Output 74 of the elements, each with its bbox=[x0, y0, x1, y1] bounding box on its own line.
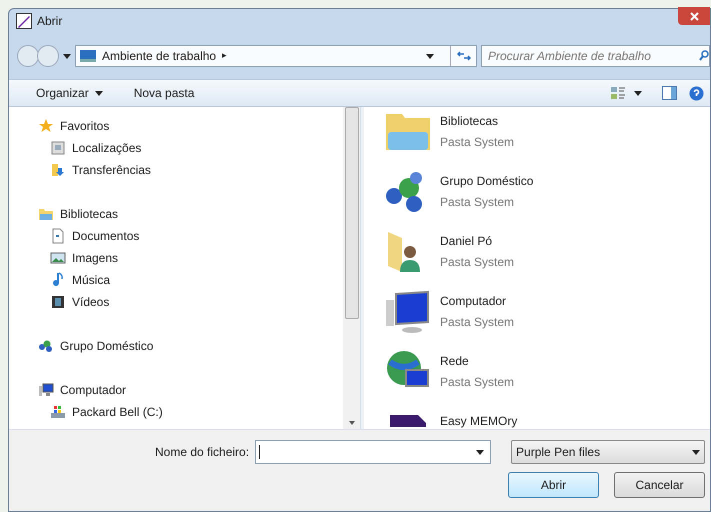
nav-item[interactable]: Localizações bbox=[38, 137, 343, 159]
file-item[interactable]: Grupo Doméstico Pasta System bbox=[384, 168, 710, 216]
computer-icon bbox=[38, 382, 54, 398]
file-type: Pasta System bbox=[440, 314, 514, 331]
view-caret-icon bbox=[634, 90, 642, 96]
scroll-down-icon bbox=[348, 421, 354, 425]
file-type: Pasta System bbox=[440, 374, 514, 391]
nav-item[interactable]: Vídeos bbox=[38, 291, 343, 313]
nav-item[interactable]: Documentos bbox=[38, 225, 343, 247]
help-icon[interactable] bbox=[689, 86, 704, 100]
address-caret-icon bbox=[426, 54, 434, 58]
film-icon bbox=[50, 294, 66, 310]
file-type: Pasta System bbox=[440, 194, 516, 211]
address-bar[interactable]: Ambiente de trabalho ▸ bbox=[75, 45, 477, 67]
drive-icon bbox=[50, 404, 66, 420]
caret-icon bbox=[94, 90, 103, 96]
file-name: Rede bbox=[440, 353, 470, 370]
file-name: Computador bbox=[440, 293, 508, 310]
file-name: Grupo Doméstico bbox=[440, 173, 534, 190]
file-item[interactable]: Rede Pasta System bbox=[384, 348, 710, 396]
computer-icon bbox=[384, 288, 432, 336]
address-location[interactable]: Ambiente de trabalho bbox=[102, 47, 216, 65]
desktop-icon bbox=[80, 50, 96, 62]
file-type-dropdown[interactable]: Purple Pen files bbox=[511, 440, 705, 464]
file-item[interactable]: Easy MEMOry bbox=[384, 408, 710, 429]
nav-item[interactable]: Packard Bell (C:) bbox=[38, 401, 343, 423]
nav-group-item[interactable]: Bibliotecas bbox=[38, 203, 343, 225]
preview-pane-icon[interactable] bbox=[662, 86, 677, 100]
file-name-field[interactable] bbox=[255, 440, 492, 464]
file-type: Pasta System bbox=[440, 134, 514, 151]
search-input[interactable]: Procurar Ambiente de trabalho bbox=[488, 47, 699, 65]
search-icon bbox=[699, 50, 709, 62]
picture-icon bbox=[50, 250, 66, 266]
scrollbar[interactable] bbox=[343, 107, 360, 429]
file-item[interactable]: Bibliotecas Pasta System bbox=[384, 108, 710, 156]
app-icon bbox=[390, 415, 426, 427]
file-item[interactable]: Daniel Pó Pasta System bbox=[384, 228, 710, 276]
close-button[interactable] bbox=[678, 7, 710, 25]
new-folder-button[interactable]: Nova pasta bbox=[134, 84, 194, 102]
file-name: Daniel Pó bbox=[440, 233, 494, 250]
scroll-thumb[interactable] bbox=[344, 107, 358, 319]
refresh-arrows-icon bbox=[456, 50, 470, 62]
back-button[interactable] bbox=[17, 45, 39, 67]
file-type: Pasta System bbox=[440, 254, 514, 271]
history-caret-icon bbox=[63, 54, 71, 58]
star-icon bbox=[38, 118, 54, 134]
nav-item[interactable]: Música bbox=[38, 269, 343, 291]
network-spheres-icon bbox=[38, 338, 54, 354]
file-name: Bibliotecas bbox=[440, 113, 500, 130]
nav-item[interactable]: Imagens bbox=[38, 247, 343, 269]
music-note-icon bbox=[50, 272, 66, 288]
caret-icon bbox=[692, 450, 700, 454]
nav-group-item[interactable]: Computador bbox=[38, 379, 343, 401]
file-name-label: Nome do ficheiro: bbox=[155, 444, 250, 461]
download-folder-icon bbox=[50, 162, 66, 178]
nav-item[interactable]: Transferências bbox=[38, 159, 343, 181]
organize-button[interactable]: Organizar bbox=[36, 84, 103, 102]
nav-group-item[interactable]: Grupo Doméstico bbox=[38, 335, 343, 357]
search-field[interactable]: Procurar Ambiente de trabalho bbox=[481, 45, 710, 67]
dialog-button[interactable]: Abrir bbox=[508, 472, 599, 498]
forward-button[interactable] bbox=[37, 45, 59, 67]
address-separator[interactable]: ▸ bbox=[222, 49, 420, 63]
view-options-icon[interactable] bbox=[610, 86, 626, 100]
window-title: Abrir bbox=[37, 13, 62, 30]
nav-group-item[interactable]: Favoritos bbox=[38, 115, 343, 137]
places-icon bbox=[50, 140, 66, 156]
close-icon bbox=[690, 12, 698, 20]
caret-icon bbox=[476, 450, 484, 454]
dialog-button[interactable]: Cancelar bbox=[614, 472, 705, 498]
pen-app-icon bbox=[16, 13, 32, 29]
file-item[interactable]: Computador Pasta System bbox=[384, 288, 710, 336]
library-folder-icon bbox=[38, 206, 54, 222]
file-name: Easy MEMOry bbox=[440, 413, 518, 429]
document-icon bbox=[50, 228, 66, 244]
